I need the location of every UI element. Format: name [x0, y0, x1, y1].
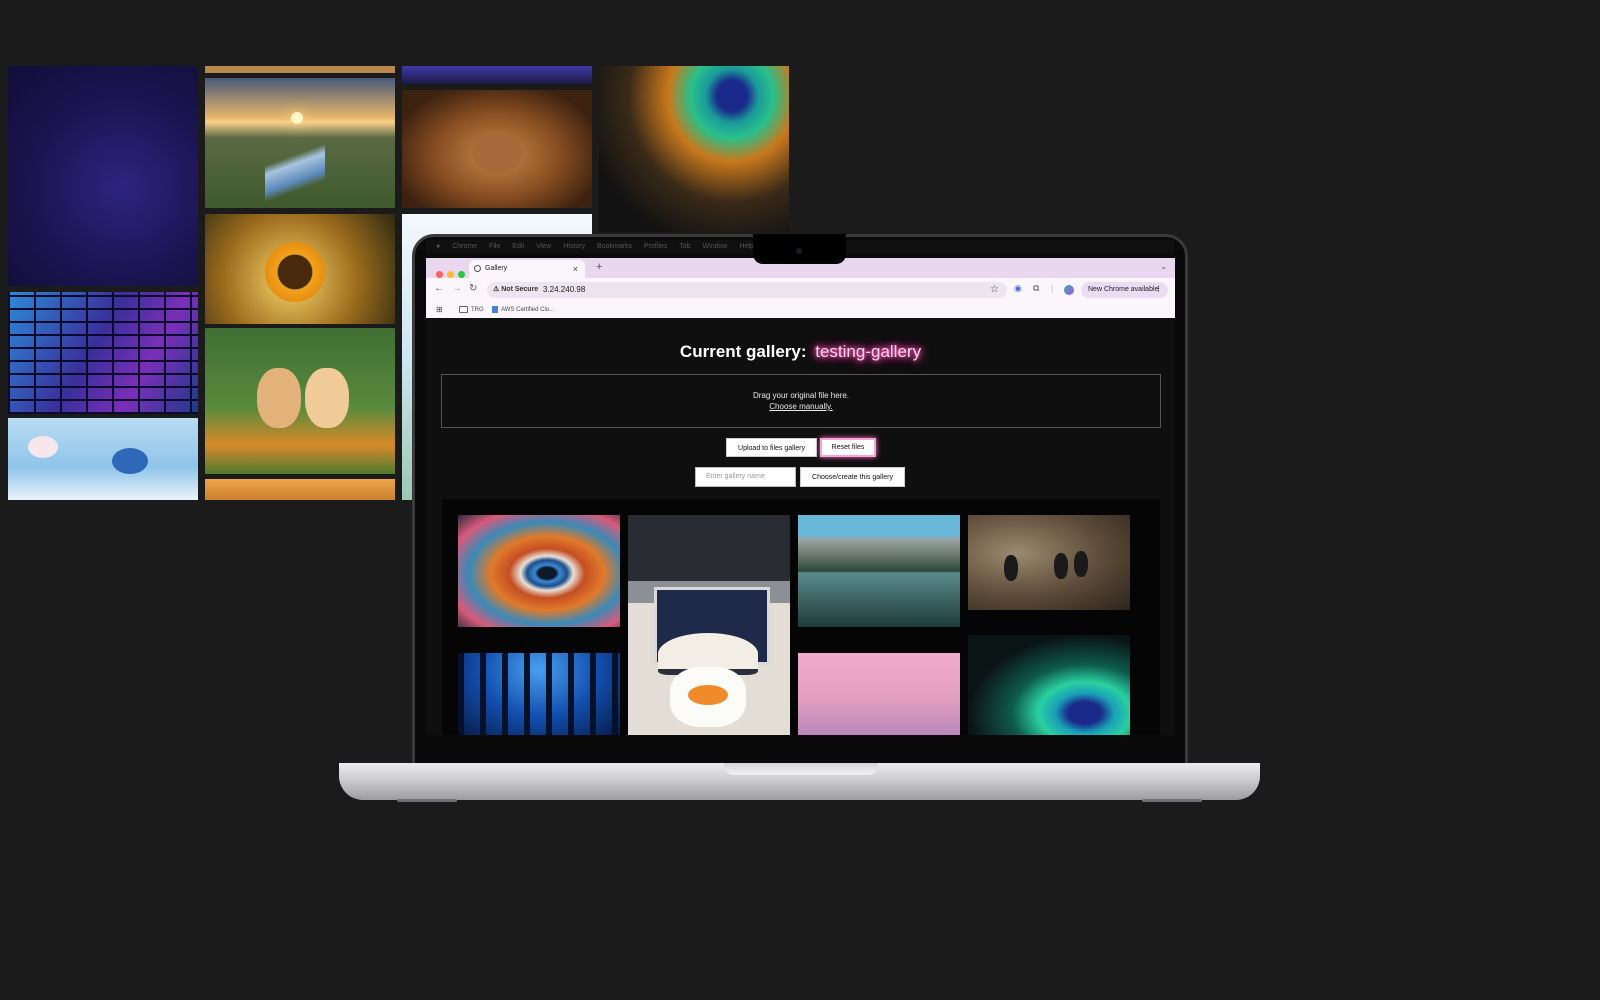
- bookmark-star-icon[interactable]: ☆: [990, 282, 999, 298]
- menu-item[interactable]: Profiles: [644, 243, 667, 250]
- menu-item[interactable]: Edit: [512, 243, 524, 250]
- maximize-window-button[interactable]: [458, 271, 465, 278]
- current-gallery-name: testing-gallery: [815, 342, 922, 361]
- menu-item[interactable]: Help: [739, 243, 753, 250]
- browser-window: Gallery × + ⌄ ← → ↻ ⚠ Not Secure 3.24.24…: [426, 258, 1175, 735]
- gallery-page: Current gallery: testing-gallery Drag yo…: [426, 322, 1175, 735]
- orangutan-photo: [402, 90, 592, 208]
- laptop-foot: [397, 799, 457, 802]
- sand-strip-photo: [205, 66, 395, 73]
- purple-abstract-wallpaper: [8, 66, 198, 286]
- gallery-image-peacock-feather[interactable]: [968, 635, 1130, 735]
- choose-manually-link[interactable]: Choose manually.: [442, 402, 1160, 411]
- not-secure-badge[interactable]: ⚠ Not Secure: [493, 282, 538, 298]
- laptop-foot: [1142, 799, 1202, 802]
- laptop-base: [339, 763, 1260, 802]
- menu-item[interactable]: File: [489, 243, 500, 250]
- dropzone-instruction: Drag your original file here.: [752, 391, 850, 400]
- forward-icon[interactable]: →: [452, 283, 462, 294]
- tab-search-icon[interactable]: ⌄: [1160, 262, 1167, 271]
- extensions-icon[interactable]: ⧉: [1033, 283, 1039, 294]
- menu-dots-icon[interactable]: ⋮: [1155, 282, 1162, 298]
- tab-gallery[interactable]: Gallery ×: [469, 260, 585, 278]
- neon-brick-wall: [8, 292, 198, 414]
- river-sunset-landscape: [205, 78, 395, 208]
- tab-title: Gallery: [485, 265, 508, 272]
- folder-icon: [459, 305, 468, 313]
- gallery-image-mountain-lake[interactable]: [798, 515, 960, 627]
- minimize-window-button[interactable]: [447, 271, 454, 278]
- divider: |: [1051, 283, 1054, 293]
- close-window-button[interactable]: [436, 271, 443, 278]
- reset-files-button[interactable]: Reset files: [820, 438, 876, 457]
- page-title: Current gallery: testing-gallery: [426, 342, 1175, 362]
- address-bar[interactable]: ⚠ Not Secure 3.24.240.98 ☆: [487, 282, 1007, 298]
- menu-item[interactable]: Bookmarks: [597, 243, 632, 250]
- gallery-image-puffins[interactable]: [968, 515, 1130, 610]
- image-gallery: [442, 499, 1160, 735]
- back-icon[interactable]: ←: [434, 283, 444, 294]
- golden-retriever-puppies: [205, 328, 395, 474]
- sunflower-photo: [205, 214, 395, 324]
- page-title-label: Current gallery:: [679, 342, 807, 361]
- gallery-image-eye[interactable]: [458, 515, 620, 627]
- reload-icon[interactable]: ↻: [469, 283, 477, 294]
- file-dropzone[interactable]: Drag your original file here. Choose man…: [441, 374, 1161, 428]
- upload-to-gallery-button[interactable]: Upload to files gallery: [726, 438, 817, 457]
- close-tab-icon[interactable]: ×: [573, 260, 578, 278]
- mountain-dusk-landscape: [402, 66, 592, 84]
- peacock-feather-photo: [599, 66, 789, 232]
- warning-icon: ⚠: [493, 286, 500, 293]
- gallery-image-blue-forest[interactable]: [458, 653, 620, 735]
- gallery-name-input[interactable]: Enter gallery name: [695, 467, 796, 487]
- apps-grid-icon[interactable]: ⊞: [436, 306, 443, 314]
- browser-toolbar: ← → ↻ ⚠ Not Secure 3.24.240.98 ☆ ◉ ⧉ | N…: [426, 278, 1175, 302]
- password-manager-icon[interactable]: ◉: [1014, 283, 1022, 294]
- menu-item[interactable]: Tab: [679, 243, 690, 250]
- gallery-image-duck-laptop[interactable]: [628, 515, 790, 735]
- menu-item[interactable]: Chrome: [452, 243, 477, 250]
- camera-icon: [796, 248, 802, 254]
- sand-strip-photo: [205, 479, 395, 500]
- new-tab-button[interactable]: +: [596, 261, 602, 273]
- gallery-image-pink-sky[interactable]: [798, 653, 960, 735]
- url-text[interactable]: 3.24.240.98: [543, 282, 585, 298]
- new-chrome-available-button[interactable]: New Chrome available ⋮: [1081, 282, 1168, 298]
- apple-icon[interactable]: ●: [436, 243, 440, 250]
- menu-item[interactable]: View: [536, 243, 551, 250]
- bookmark-folder-trg[interactable]: TRG: [459, 302, 484, 318]
- menu-item[interactable]: Window: [703, 243, 728, 250]
- profile-avatar[interactable]: [1064, 285, 1074, 295]
- bluebird-blossom-photo: [8, 418, 198, 500]
- menu-item[interactable]: History: [563, 243, 585, 250]
- globe-icon: [474, 265, 481, 272]
- camera-notch: [753, 234, 846, 264]
- choose-create-gallery-button[interactable]: Choose/create this gallery: [800, 467, 905, 487]
- bookmarks-bar: ⊞ TRG AWS Certified Clo...: [426, 302, 1175, 318]
- laptop-opening-notch: [724, 763, 878, 775]
- document-icon: [492, 305, 498, 313]
- bookmark-aws-certified[interactable]: AWS Certified Clo...: [492, 302, 554, 318]
